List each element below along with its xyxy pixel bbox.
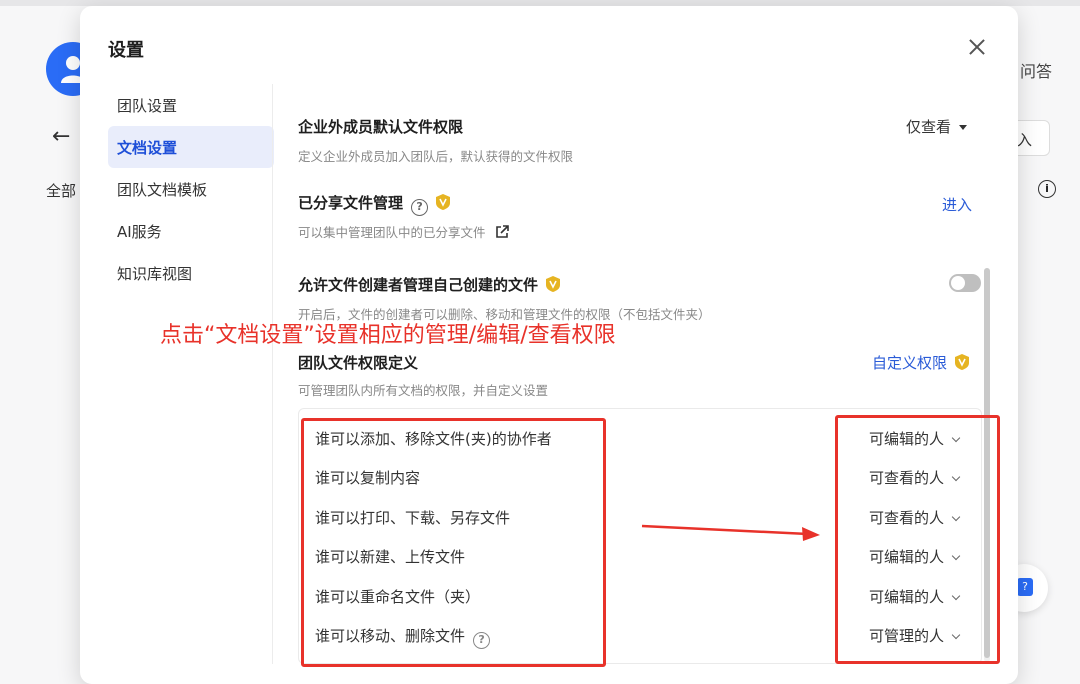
close-icon[interactable]	[966, 36, 988, 58]
team-permission-desc: 可管理团队内所有文档的权限，并自定义设置	[298, 383, 549, 398]
shared-files-title: 已分享文件管理?	[298, 192, 451, 216]
annotation-highlight-values	[835, 415, 1000, 664]
sidebar-item-knowledge-view[interactable]: 知识库视图	[108, 252, 274, 294]
info-icon[interactable]: i	[1038, 180, 1056, 198]
vip-badge-icon	[436, 194, 451, 210]
sidebar-item-document-settings[interactable]: 文档设置	[108, 126, 274, 168]
modal-title: 设置	[108, 40, 144, 61]
sidebar-item-team-templates[interactable]: 团队文档模板	[108, 168, 274, 210]
annotation-arrow-icon	[641, 524, 820, 541]
shared-files-desc: 可以集中管理团队中的已分享文件	[298, 222, 510, 241]
shared-files-desc-text: 可以集中管理团队中的已分享文件	[298, 225, 486, 240]
external-permission-title: 企业外成员默认文件权限	[298, 118, 464, 136]
help-badge-icon: ?	[1017, 578, 1033, 596]
vip-badge-icon	[546, 276, 561, 292]
sidebar-divider	[272, 84, 273, 664]
vip-badge-icon	[955, 354, 970, 370]
back-arrow-icon[interactable]: ←	[52, 124, 70, 149]
creator-manage-toggle[interactable]	[949, 274, 981, 292]
shared-files-enter-link[interactable]: 进入	[942, 194, 972, 215]
external-link-icon[interactable]	[494, 224, 510, 240]
external-permission-value: 仅查看	[906, 118, 952, 136]
annotation-highlight-labels	[301, 418, 606, 667]
external-permission-dropdown[interactable]: 仅查看	[906, 116, 968, 137]
creator-manage-title-text: 允许文件创建者管理自己创建的文件	[298, 276, 539, 294]
qa-label[interactable]: 问答	[1020, 58, 1052, 82]
external-permission-desc: 定义企业外成员加入团队后，默认获得的文件权限	[298, 149, 574, 164]
sidebar-item-ai-service[interactable]: AI服务	[108, 210, 274, 252]
team-permission-title: 团队文件权限定义	[298, 354, 419, 372]
caret-down-icon	[959, 125, 968, 130]
custom-permission-link[interactable]: 自定义权限	[872, 352, 970, 373]
settings-sidebar: 团队设置 文档设置 团队文档模板 AI服务 知识库视图	[108, 84, 274, 294]
annotation-text: 点击“文档设置”设置相应的管理/编辑/查看权限	[160, 323, 616, 348]
creator-manage-title: 允许文件创建者管理自己创建的文件	[298, 274, 561, 295]
sidebar-item-team-settings[interactable]: 团队设置	[108, 84, 274, 126]
shared-files-title-text: 已分享文件管理	[298, 194, 404, 212]
help-icon[interactable]: ?	[411, 199, 429, 216]
all-tab[interactable]: 全部	[46, 180, 76, 201]
custom-permission-text: 自定义权限	[872, 354, 948, 372]
